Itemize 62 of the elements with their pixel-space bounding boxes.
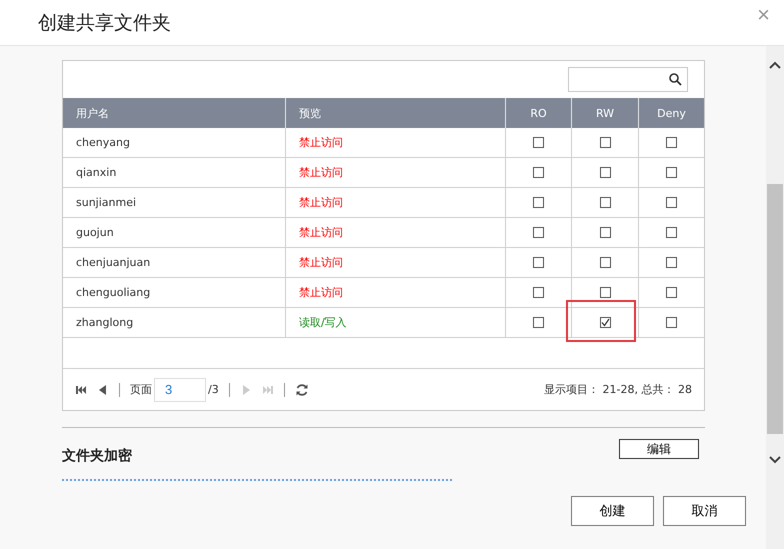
table-cell: 禁止访问 <box>285 188 505 218</box>
section-title: 文件夹加密 <box>62 447 132 465</box>
table-cell: sunjianmei <box>63 188 285 218</box>
scroll-down-icon <box>769 455 781 465</box>
scroll-up-icon <box>769 60 781 70</box>
table-cell: guojun <box>63 218 285 248</box>
page-label: 页面 <box>130 382 152 397</box>
checkbox[interactable] <box>533 257 544 268</box>
dialog-button[interactable]: 取消 <box>663 496 746 526</box>
previous-icon <box>97 384 109 396</box>
last-page-icon <box>262 384 274 396</box>
checkbox[interactable] <box>533 137 544 148</box>
checkbox[interactable] <box>600 317 610 328</box>
checkbox[interactable] <box>600 227 610 238</box>
refresh-icon <box>294 382 309 396</box>
page-input[interactable]: 3 <box>154 378 206 402</box>
edit-button[interactable]: 编辑 <box>619 439 699 459</box>
window-title: 创建共享文件夹 <box>38 10 171 36</box>
checkbox[interactable] <box>533 167 544 178</box>
page-total: /3 <box>208 383 219 396</box>
refresh-button[interactable] <box>294 382 309 396</box>
dialog-button[interactable]: 创建 <box>571 496 654 526</box>
table-cell: 禁止访问 <box>285 128 505 158</box>
previous-page-button[interactable] <box>97 384 109 396</box>
search-field[interactable] <box>568 67 688 92</box>
checkmark-icon <box>600 318 610 327</box>
table-cell: 禁止访问 <box>285 218 505 248</box>
checkbox[interactable] <box>666 317 677 328</box>
checkbox[interactable] <box>600 287 610 298</box>
checkbox[interactable] <box>600 257 610 268</box>
checkbox[interactable] <box>533 227 544 238</box>
table-cell: 禁止访问 <box>285 158 505 188</box>
checkbox[interactable] <box>533 197 544 208</box>
table-cell: 禁止访问 <box>285 248 505 278</box>
checkbox[interactable] <box>666 167 677 178</box>
column-header: 预览 <box>285 98 505 128</box>
first-page-icon <box>75 384 87 396</box>
checkbox[interactable] <box>666 257 677 268</box>
column-header: 用户名 <box>63 98 285 128</box>
column-header: Deny <box>638 98 704 128</box>
item-summary: 显示项目： 21-28, 总共： 28 <box>544 382 692 397</box>
checkbox[interactable] <box>666 137 677 148</box>
checkbox[interactable] <box>533 287 544 298</box>
column-header: RW <box>571 98 638 128</box>
column-header: RO <box>505 98 571 128</box>
table-cell: zhanglong <box>63 308 285 338</box>
table-cell: chenyang <box>63 128 285 158</box>
table-cell: 读取/写入 <box>285 308 505 338</box>
checkbox[interactable] <box>666 227 677 238</box>
table-cell: qianxin <box>63 158 285 188</box>
search-icon <box>669 73 682 86</box>
first-page-button[interactable] <box>75 384 87 396</box>
checkbox[interactable] <box>533 317 544 328</box>
scrollbar[interactable] <box>766 46 784 549</box>
checkbox[interactable] <box>600 137 610 148</box>
table-cell: chenjuanjuan <box>63 248 285 278</box>
checkbox[interactable] <box>666 287 677 298</box>
table-cell: chenguoliang <box>63 278 285 308</box>
checkbox[interactable] <box>600 197 610 208</box>
table-cell: 禁止访问 <box>285 278 505 308</box>
checkbox[interactable] <box>666 197 677 208</box>
checkbox[interactable] <box>600 167 610 178</box>
